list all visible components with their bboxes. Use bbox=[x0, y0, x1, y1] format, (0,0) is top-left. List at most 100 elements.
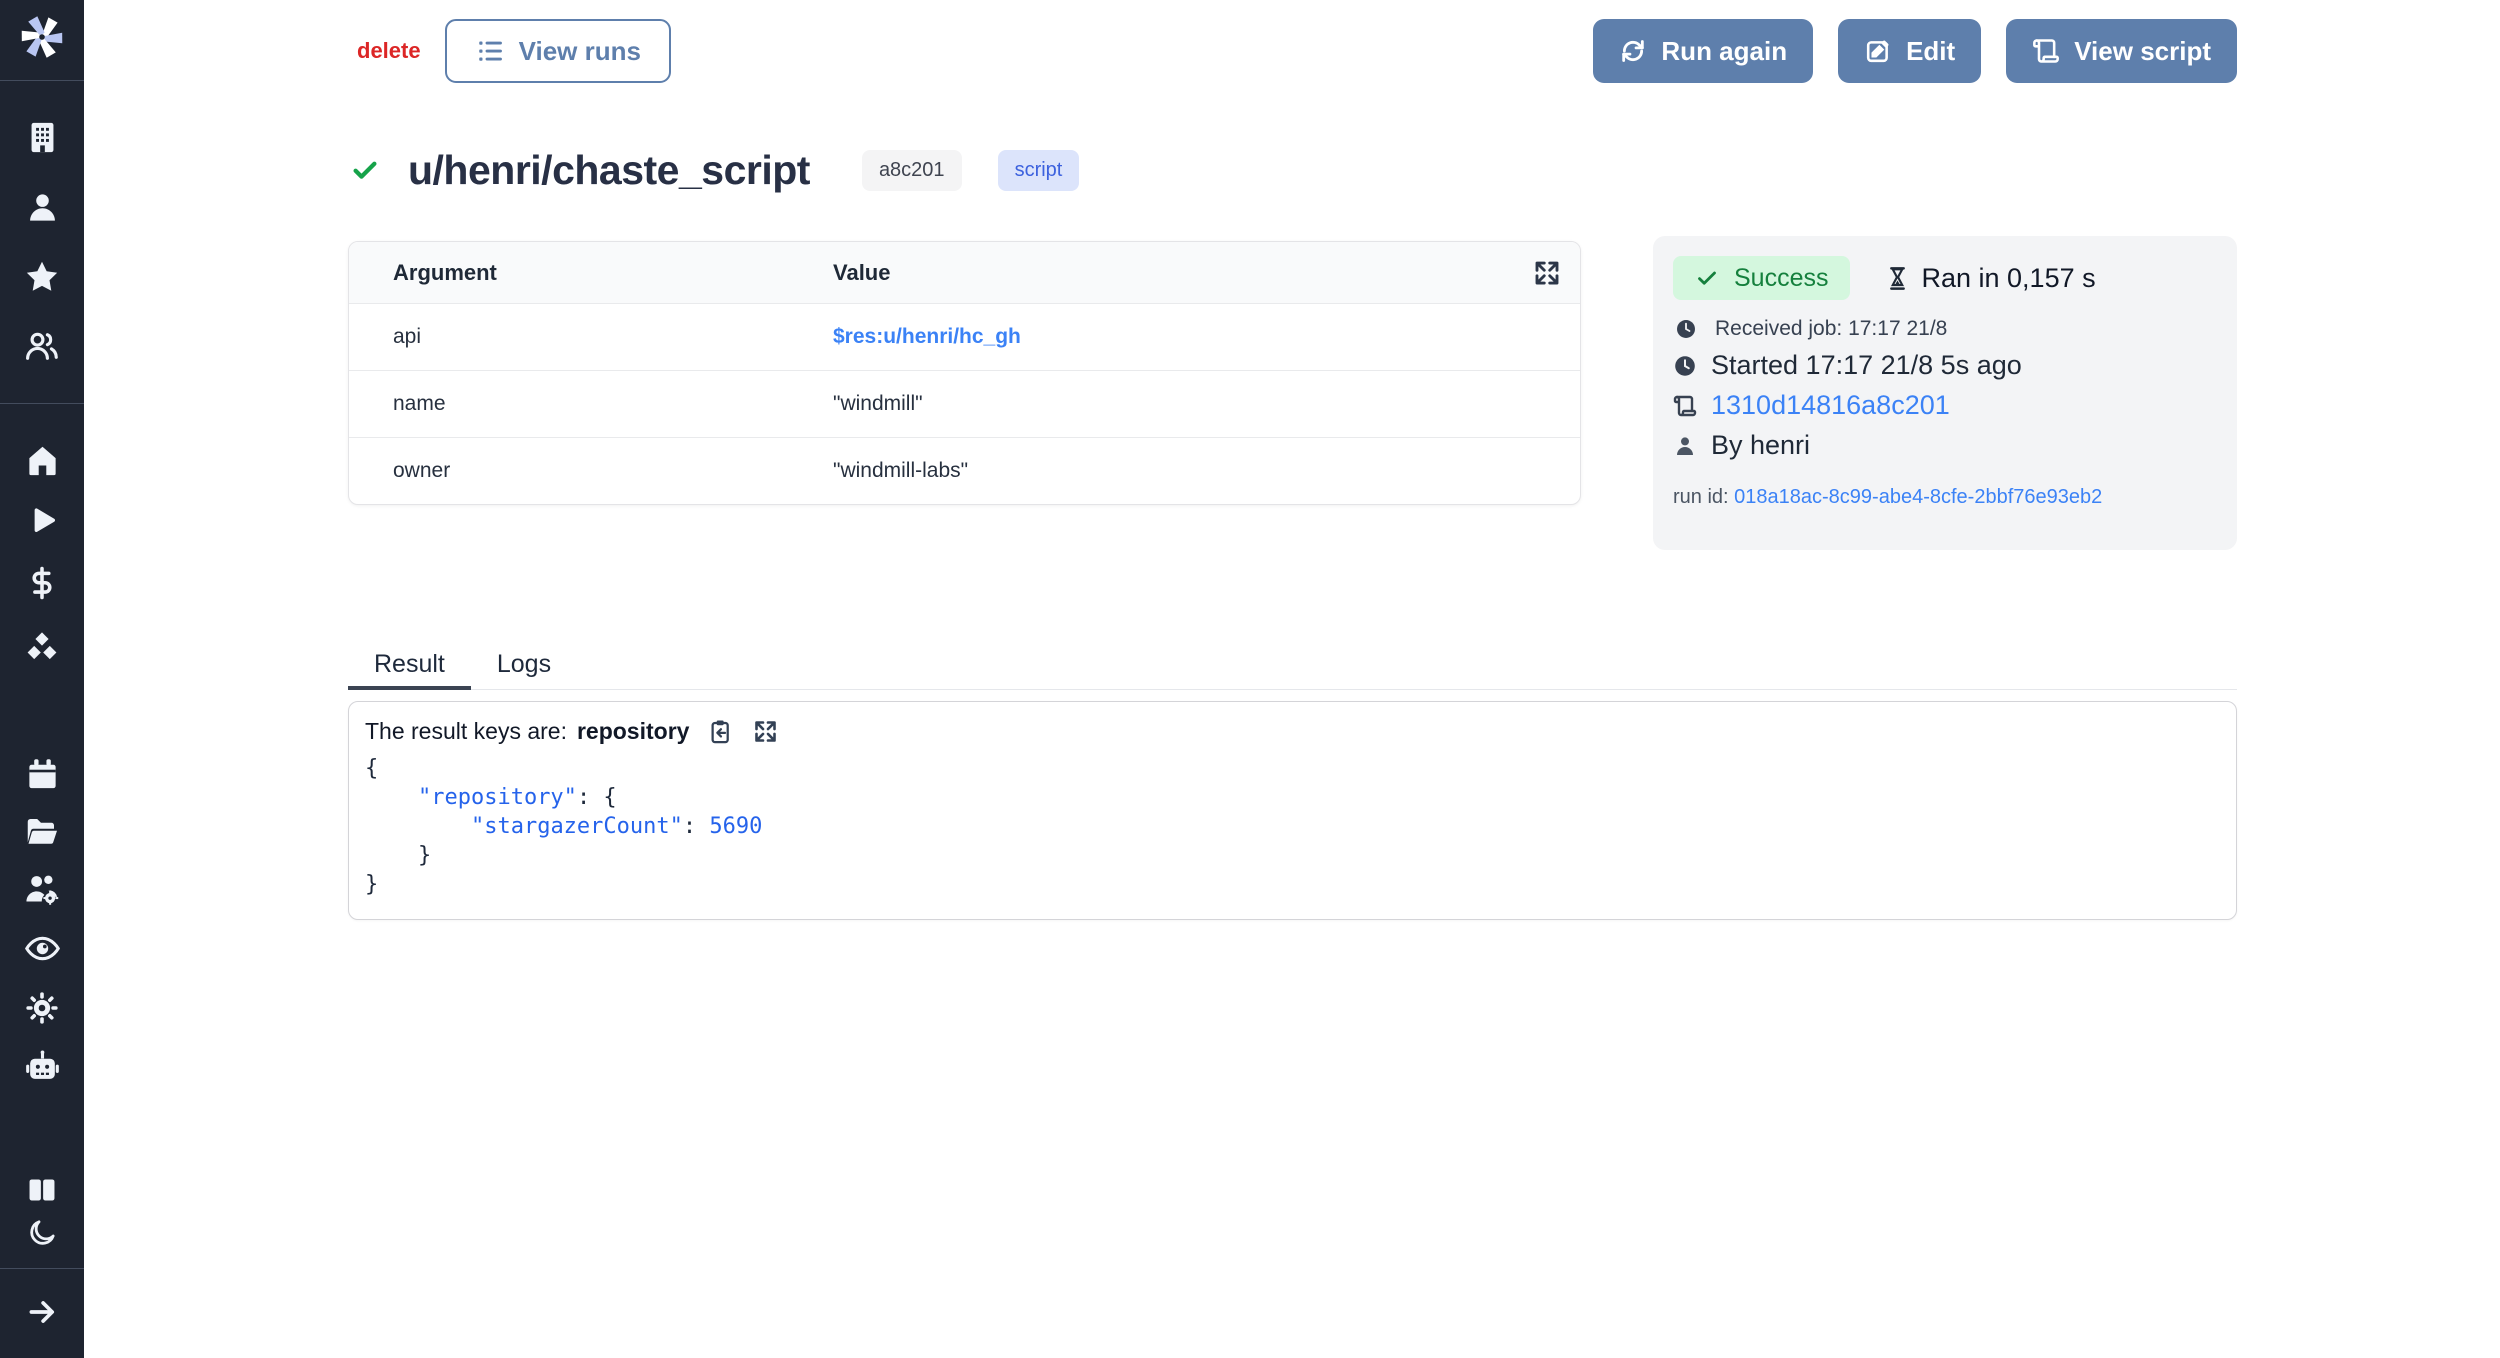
sidebar-item-runs[interactable] bbox=[0, 503, 84, 539]
sidebar-divider bbox=[0, 80, 84, 81]
hash-badge: a8c201 bbox=[862, 150, 962, 191]
run-id-link[interactable]: 018a18ac-8c99-abe4-8cfe-2bbf76e93eb2 bbox=[1734, 486, 2102, 508]
table-header-row: Argument Value bbox=[349, 242, 1580, 304]
edit-label: Edit bbox=[1906, 36, 1955, 67]
list-icon bbox=[475, 36, 505, 66]
sidebar-item-user[interactable] bbox=[0, 189, 84, 225]
building-icon bbox=[25, 120, 60, 155]
expand-result-button[interactable] bbox=[752, 718, 779, 745]
sidebar-item-variables[interactable] bbox=[0, 565, 84, 601]
result-keys-value: repository bbox=[577, 718, 689, 745]
sidebar-item-resources[interactable] bbox=[0, 630, 84, 666]
started-label: Started 17:17 21/8 5s ago bbox=[1711, 350, 2022, 381]
received-row: Received job: 17:17 21/8 bbox=[1673, 317, 2217, 341]
check-icon bbox=[1695, 266, 1719, 290]
edit-icon bbox=[1864, 37, 1892, 65]
view-runs-label: View runs bbox=[519, 36, 641, 67]
started-row: Started 17:17 21/8 5s ago bbox=[1673, 350, 2217, 381]
author-row: By henri bbox=[1673, 430, 2217, 461]
sidebar-item-groups[interactable] bbox=[0, 328, 84, 364]
tab-result[interactable]: Result bbox=[348, 644, 471, 690]
duration-label: Ran in 0,157 s bbox=[1921, 263, 2095, 294]
users-icon bbox=[24, 328, 60, 364]
table-row: api $res:u/henri/hc_gh bbox=[349, 304, 1580, 371]
result-json: { "repository": { "stargazerCount": 5690… bbox=[365, 754, 2236, 899]
refresh-icon bbox=[1619, 37, 1647, 65]
calendar-icon bbox=[25, 756, 60, 791]
sidebar-item-theme-toggle[interactable] bbox=[0, 1215, 84, 1251]
run-again-label: Run again bbox=[1661, 36, 1787, 67]
result-tabs: Result Logs bbox=[348, 644, 2237, 690]
expand-icon bbox=[752, 718, 779, 745]
sidebar-item-schedules[interactable] bbox=[0, 755, 84, 791]
sidebar-item-docs[interactable] bbox=[0, 1172, 84, 1208]
edit-button[interactable]: Edit bbox=[1838, 19, 1981, 83]
author-label: By henri bbox=[1711, 430, 1810, 461]
sidebar-item-settings[interactable] bbox=[0, 990, 84, 1026]
result-keys-line: The result keys are: repository bbox=[365, 718, 2236, 745]
json-line: } bbox=[365, 870, 2236, 899]
status-badge: Success bbox=[1673, 256, 1850, 300]
boxes-icon bbox=[24, 630, 60, 666]
status-label: Success bbox=[1734, 264, 1828, 293]
sidebar-item-workspace[interactable] bbox=[0, 119, 84, 155]
home-icon bbox=[25, 443, 60, 478]
sidebar-item-favorites[interactable] bbox=[0, 259, 84, 295]
scroll-icon bbox=[2032, 37, 2060, 65]
star-icon bbox=[24, 259, 60, 295]
gear-icon bbox=[24, 990, 60, 1026]
title-row: u/henri/chaste_script a8c201 script bbox=[350, 138, 1079, 202]
json-line: "stargazerCount": 5690 bbox=[365, 812, 2236, 841]
table-row: name "windmill" bbox=[349, 371, 1580, 438]
run-id-row: run id: 018a18ac-8c99-abe4-8cfe-2bbf76e9… bbox=[1673, 486, 2217, 509]
users-gear-icon bbox=[24, 871, 61, 908]
status-row: Success Ran in 0,157 s bbox=[1673, 256, 2217, 300]
dollar-icon bbox=[25, 566, 59, 600]
run-again-button[interactable]: Run again bbox=[1593, 19, 1813, 83]
primary-actions: Run again Edit View script bbox=[1593, 19, 2237, 83]
sidebar-item-audit-logs[interactable] bbox=[0, 930, 84, 966]
result-panel: The result keys are: repository bbox=[348, 701, 2237, 920]
sidebar-item-folders[interactable] bbox=[0, 813, 84, 849]
action-bar: delete View runs Run again bbox=[357, 19, 2237, 83]
column-header-argument: Argument bbox=[349, 242, 789, 304]
json-line: } bbox=[365, 841, 2236, 870]
clipboard-copy-icon bbox=[707, 718, 734, 745]
view-runs-button[interactable]: View runs bbox=[445, 19, 671, 83]
person-icon bbox=[1673, 434, 1697, 458]
robot-icon bbox=[24, 1048, 61, 1085]
play-icon bbox=[25, 504, 59, 538]
json-line: "repository": { bbox=[365, 783, 2236, 812]
sidebar-item-home[interactable] bbox=[0, 442, 84, 478]
sidebar-item-ai[interactable] bbox=[0, 1048, 84, 1084]
view-script-button[interactable]: View script bbox=[2006, 19, 2237, 83]
windmill-logo-icon bbox=[18, 13, 66, 61]
delete-button[interactable]: delete bbox=[357, 38, 421, 64]
user-icon bbox=[25, 190, 60, 225]
tab-logs[interactable]: Logs bbox=[471, 644, 577, 690]
run-id-label: run id: bbox=[1673, 486, 1729, 508]
script-type-badge: script bbox=[998, 150, 1080, 191]
clock-icon bbox=[1675, 318, 1697, 340]
arg-name: owner bbox=[349, 438, 789, 505]
arg-value: "windmill-labs" bbox=[789, 438, 1580, 505]
arg-name: api bbox=[349, 304, 789, 371]
eye-icon bbox=[24, 930, 61, 967]
copy-result-button[interactable] bbox=[707, 718, 734, 745]
moon-icon bbox=[26, 1217, 58, 1249]
sidebar-divider bbox=[0, 1268, 84, 1269]
job-info-panel: Success Ran in 0,157 s Received job: 17 bbox=[1653, 236, 2237, 550]
job-hash-row: 1310d14816a8c201 bbox=[1673, 390, 2217, 421]
scroll-icon bbox=[1673, 394, 1697, 418]
arrow-right-icon bbox=[25, 1295, 59, 1329]
table-expand-button[interactable] bbox=[1532, 258, 1562, 293]
page-title: u/henri/chaste_script bbox=[408, 147, 810, 194]
book-icon bbox=[25, 1173, 59, 1207]
main-content: delete View runs Run again bbox=[84, 0, 2500, 1358]
sidebar-expand-button[interactable] bbox=[0, 1294, 84, 1330]
windmill-logo[interactable] bbox=[0, 12, 84, 62]
resource-link[interactable]: $res:u/henri/hc_gh bbox=[833, 325, 1021, 348]
job-hash-link[interactable]: 1310d14816a8c201 bbox=[1711, 390, 1950, 421]
clock-icon bbox=[1673, 354, 1697, 378]
sidebar-item-workers[interactable] bbox=[0, 871, 84, 907]
